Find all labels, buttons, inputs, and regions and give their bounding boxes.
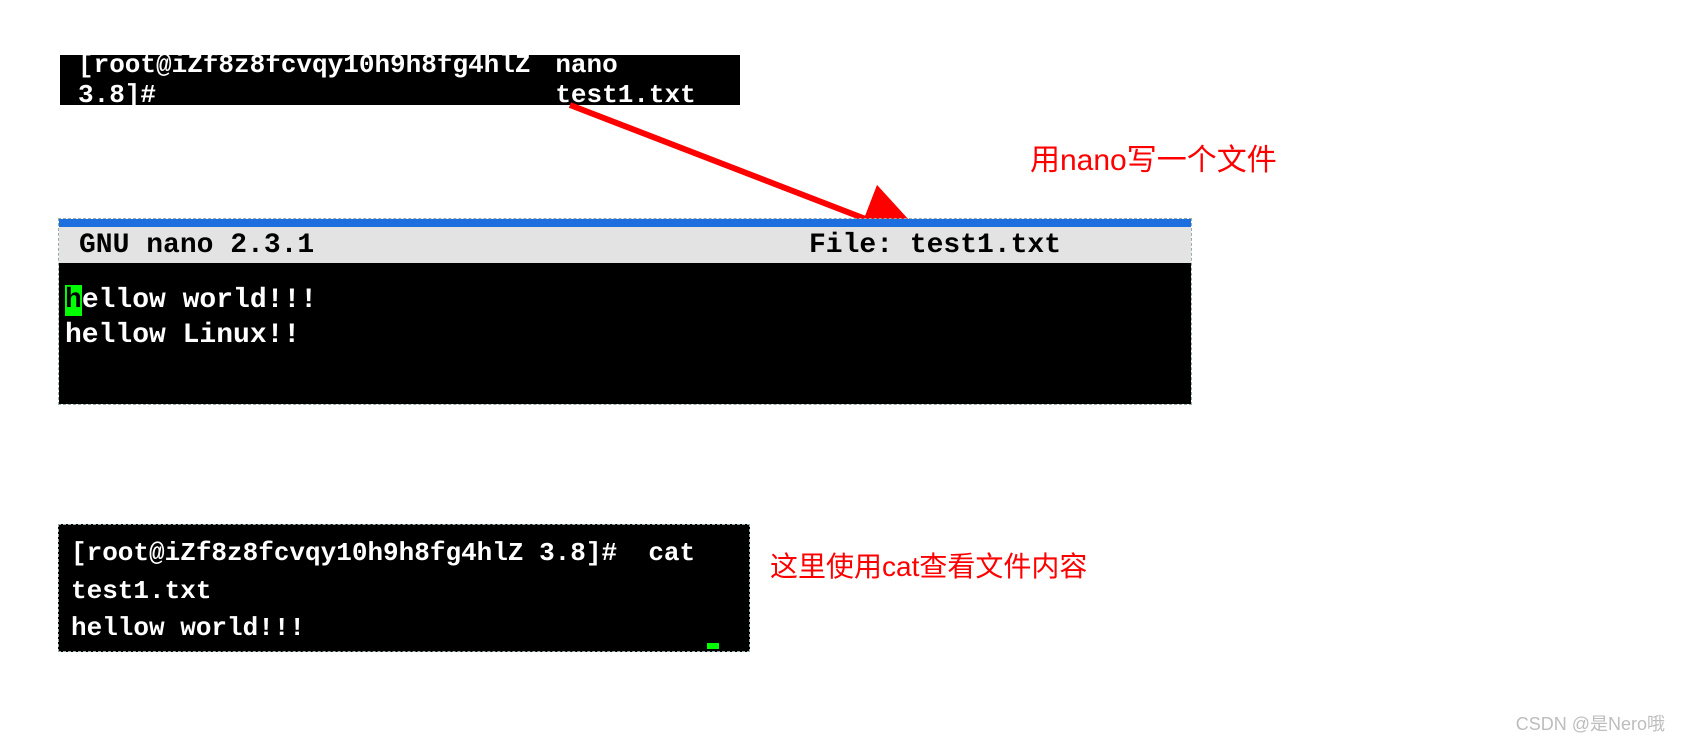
nano-title-accent xyxy=(59,219,1191,227)
nano-title: GNU nano 2.3.1 xyxy=(79,230,314,261)
annotation-cat: 这里使用cat查看文件内容 xyxy=(770,545,1087,585)
prompt: [root@iZf8z8fcvqy10h9h8fg4hlZ 3.8]# xyxy=(78,50,540,110)
nano-line-2: hellow Linux!! xyxy=(65,318,1185,353)
watermark: CSDN @是Nero哦 xyxy=(1516,710,1665,736)
nano-editor-area[interactable]: hellow world!!! hellow Linux!! xyxy=(59,263,1191,404)
cursor-icon: h xyxy=(65,285,82,316)
command-text: nano test1.txt xyxy=(555,50,740,110)
terminal-nano-command: [root@iZf8z8fcvqy10h9h8fg4hlZ 3.8]# nano… xyxy=(60,55,740,105)
nano-file-label: File: test1.txt xyxy=(809,230,1061,261)
cat-output-2: hellow Linux!! xyxy=(71,648,737,686)
nano-line-1: hellow world!!! xyxy=(65,283,1185,318)
nano-editor-window: GNU nano 2.3.1 File: test1.txt hellow wo… xyxy=(58,218,1192,405)
nano-header: GNU nano 2.3.1 File: test1.txt xyxy=(59,227,1191,263)
nano-line-1-rest: ellow world!!! xyxy=(82,285,317,316)
cat-command-line: [root@iZf8z8fcvqy10h9h8fg4hlZ 3.8]# cat … xyxy=(71,535,737,610)
terminal-cat-block: [root@iZf8z8fcvqy10h9h8fg4hlZ 3.8]# cat … xyxy=(58,524,750,652)
prompt: [root@iZf8z8fcvqy10h9h8fg4hlZ 3.8]# xyxy=(71,538,617,568)
cursor-icon xyxy=(707,643,719,649)
annotation-nano: 用nano写一个文件 xyxy=(1030,135,1277,179)
cat-output-1: hellow world!!! xyxy=(71,610,737,648)
